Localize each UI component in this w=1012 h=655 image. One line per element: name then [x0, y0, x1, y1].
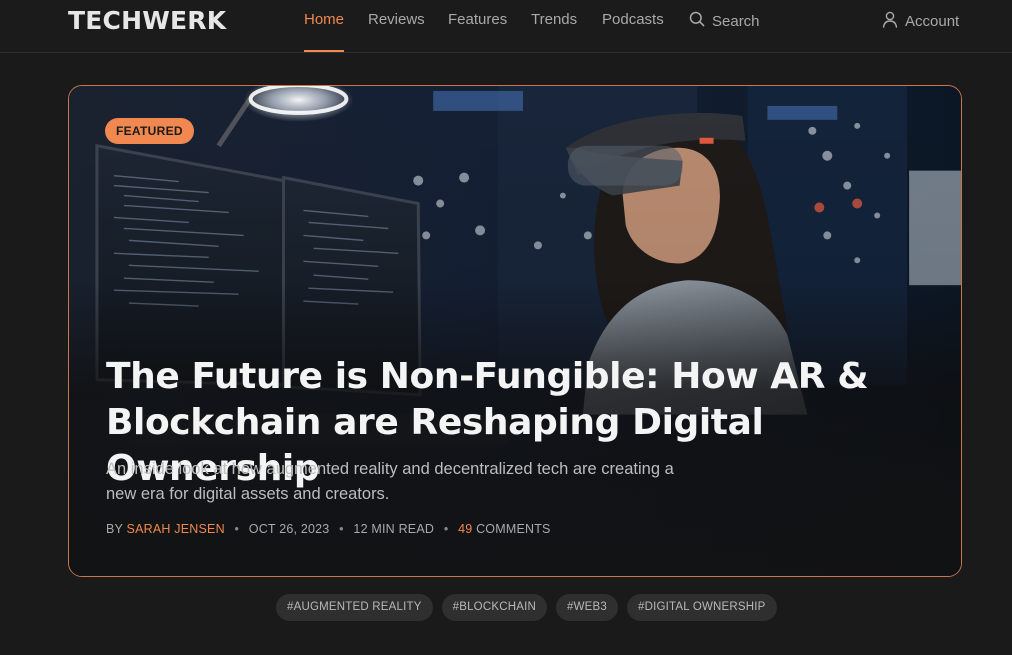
tag-web3[interactable]: #WEB3: [555, 594, 618, 621]
meta-separator: •: [443, 522, 449, 536]
article-meta: BY SARAH JENSEN • OCT 26, 2023 • 12 MIN …: [106, 522, 551, 536]
read-time: 12 MIN READ: [353, 522, 435, 536]
nav-active-indicator: [304, 50, 344, 52]
nav-podcasts[interactable]: Podcasts: [602, 11, 664, 28]
account-label: Account: [905, 13, 960, 30]
search-label: Search: [712, 12, 760, 30]
comments-link[interactable]: 49 COMMENTS: [458, 522, 551, 536]
meta-separator: •: [339, 522, 344, 536]
site-header: TECHWERK Home Reviews Features Trends Po…: [0, 0, 1012, 53]
publish-date: OCT 26, 2023: [248, 522, 330, 536]
nav-features[interactable]: Features: [448, 11, 507, 28]
nav-home[interactable]: Home: [304, 11, 344, 28]
author-link[interactable]: SARAH JENSEN: [127, 522, 225, 536]
search-icon: [689, 11, 705, 31]
tag-list: #AUGMENTED REALITY #BLOCKCHAIN #WEB3 #DI…: [276, 594, 777, 621]
featured-badge: FEATURED: [105, 118, 194, 144]
comments-count: 49: [458, 522, 473, 536]
article-subtitle: An inside look at how augmented reality …: [106, 460, 674, 503]
nav-trends[interactable]: Trends: [531, 11, 577, 28]
comments-label: COMMENTS: [476, 522, 551, 536]
tag-digital-ownership[interactable]: #DIGITAL OWNERSHIP: [626, 594, 777, 621]
tag-blockchain[interactable]: #BLOCKCHAIN: [441, 594, 547, 621]
site-logo[interactable]: TECHWERK: [68, 6, 226, 35]
featured-article-card[interactable]: FEATURED The Future is Non-Fungible: How…: [68, 85, 962, 577]
search-button[interactable]: Search: [689, 11, 760, 31]
nav-reviews[interactable]: Reviews: [368, 11, 425, 28]
byline-prefix: BY: [106, 522, 123, 536]
user-icon: [882, 11, 898, 32]
tag-augmented-reality[interactable]: #AUGMENTED REALITY: [276, 594, 433, 621]
meta-separator: •: [234, 522, 240, 536]
account-button[interactable]: Account: [882, 11, 959, 32]
